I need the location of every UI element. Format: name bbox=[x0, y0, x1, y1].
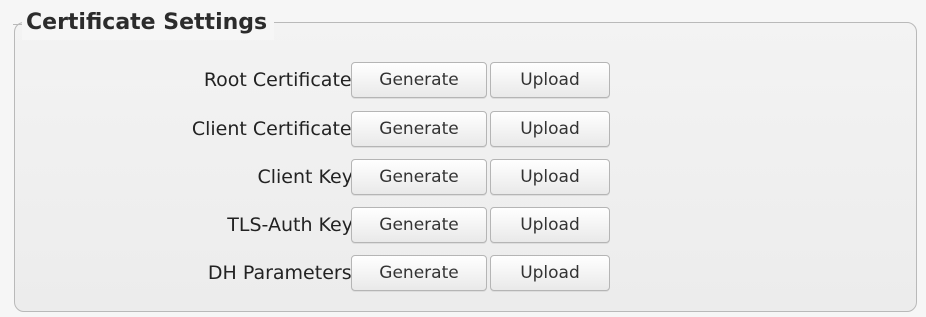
certificate-settings-fieldset: Root Certificate: Generate Upload Client… bbox=[14, 22, 917, 312]
client-key-label: Client Key: bbox=[257, 166, 358, 188]
root-certificate-label: Root Certificate: bbox=[203, 69, 358, 91]
client-certificate-row: Client Certificate: Generate Upload bbox=[15, 109, 918, 149]
client-key-upload-button[interactable]: Upload bbox=[490, 159, 610, 195]
root-certificate-upload-button[interactable]: Upload bbox=[490, 62, 610, 98]
certificate-settings-panel: Root Certificate: Generate Upload Client… bbox=[0, 0, 926, 317]
root-certificate-row: Root Certificate: Generate Upload bbox=[15, 60, 918, 100]
tls-auth-key-row: TLS-Auth Key: Generate Upload bbox=[15, 205, 918, 245]
client-certificate-generate-button[interactable]: Generate bbox=[351, 111, 487, 147]
dh-parameters-row: DH Parameters: Generate Upload bbox=[15, 253, 918, 293]
tls-auth-key-label: TLS-Auth Key: bbox=[227, 214, 358, 236]
dh-parameters-upload-button[interactable]: Upload bbox=[490, 255, 610, 291]
tls-auth-key-generate-button[interactable]: Generate bbox=[351, 207, 487, 243]
client-key-generate-button[interactable]: Generate bbox=[351, 159, 487, 195]
client-certificate-upload-button[interactable]: Upload bbox=[490, 111, 610, 147]
client-key-row: Client Key: Generate Upload bbox=[15, 157, 918, 197]
root-certificate-generate-button[interactable]: Generate bbox=[351, 62, 487, 98]
client-certificate-label: Client Certificate: bbox=[191, 118, 358, 140]
dh-parameters-generate-button[interactable]: Generate bbox=[351, 255, 487, 291]
dh-parameters-label: DH Parameters: bbox=[207, 262, 358, 284]
tls-auth-key-upload-button[interactable]: Upload bbox=[490, 207, 610, 243]
fieldset-legend: Certificate Settings bbox=[12, 6, 275, 40]
